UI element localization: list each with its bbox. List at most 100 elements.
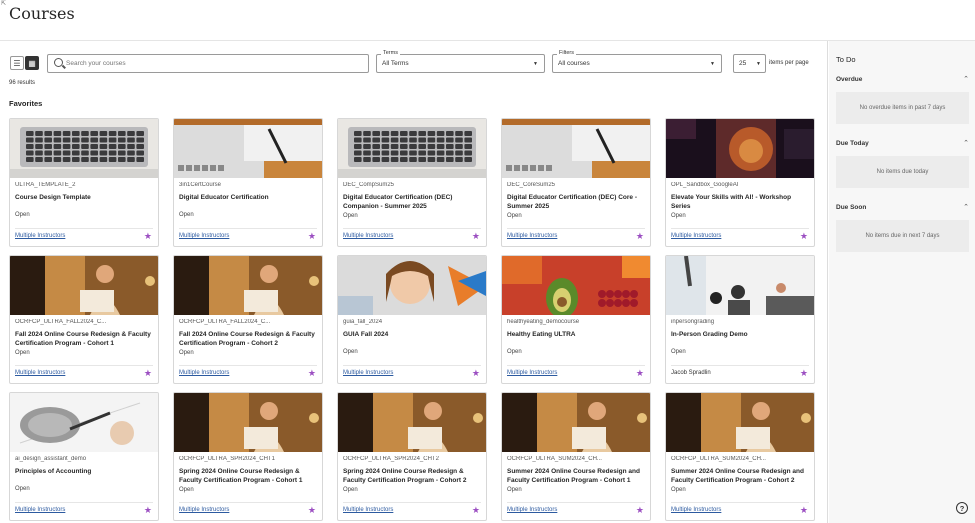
- course-name[interactable]: Spring 2024 Online Course Redesign & Fac…: [179, 467, 317, 485]
- course-name[interactable]: Digital Educator Certification (DEC) Cor…: [507, 193, 645, 211]
- chevron-up-icon[interactable]: ⌃: [963, 75, 969, 83]
- course-name[interactable]: Summer 2024 Online Course Redesign and F…: [671, 467, 809, 485]
- course-card[interactable]: OPL_Sandbox_GoogleAI Elevate Your Skills …: [665, 118, 815, 247]
- instructors-link[interactable]: Multiple Instructors: [179, 370, 229, 376]
- course-thumbnail[interactable]: [10, 393, 158, 452]
- favorite-star-icon[interactable]: ★: [144, 505, 152, 516]
- course-name[interactable]: Fall 2024 Online Course Redesign & Facul…: [179, 330, 317, 348]
- course-card[interactable]: healthyeating_democourse Healthy Eating U…: [501, 255, 651, 384]
- instructors-link[interactable]: Multiple Instructors: [343, 507, 393, 513]
- items-per-page-select[interactable]: 25 ▼: [733, 54, 766, 73]
- course-thumbnail[interactable]: [666, 119, 814, 178]
- card-divider: [671, 365, 809, 366]
- course-name[interactable]: Principles of Accounting: [15, 467, 153, 476]
- instructors-link[interactable]: Multiple Instructors: [343, 233, 393, 239]
- course-card[interactable]: OCRFCP_ULTRA_FALL2024_C... Fall 2024 Onli…: [173, 255, 323, 384]
- favorite-star-icon[interactable]: ★: [472, 368, 480, 379]
- overdue-heading: Overdue: [836, 76, 863, 83]
- course-card[interactable]: OCRFCP_ULTRA_FALL2024_C... Fall 2024 Onli…: [9, 255, 159, 384]
- course-code: OCRFCP_ULTRA_SPR2024_CHT2: [343, 456, 439, 462]
- course-card[interactable]: 3in1CertCourse Digital Educator Certifica…: [173, 118, 323, 247]
- course-card[interactable]: inpersongrading In-Person Grading Demo Ope…: [665, 255, 815, 384]
- course-thumbnail[interactable]: [10, 119, 158, 178]
- course-card[interactable]: OCRFCP_ULTRA_SPR2024_CHT1 Spring 2024 Onl…: [173, 392, 323, 521]
- search-box[interactable]: [47, 54, 369, 73]
- todo-title: To Do: [836, 55, 856, 64]
- instructors-link[interactable]: Multiple Instructors: [671, 233, 721, 239]
- course-card[interactable]: DEC_CoreSum25 Digital Educator Certificat…: [501, 118, 651, 247]
- course-card[interactable]: OCRFCP_ULTRA_SUM2024_CH... Summer 2024 On…: [665, 392, 815, 521]
- instructors-link[interactable]: Multiple Instructors: [179, 233, 229, 239]
- favorite-star-icon[interactable]: ★: [308, 368, 316, 379]
- course-card[interactable]: OCRFCP_ULTRA_SUM2024_CH... Summer 2024 On…: [501, 392, 651, 521]
- favorite-star-icon[interactable]: ★: [472, 231, 480, 242]
- instructors-link: Jacob Spradlin: [671, 370, 711, 376]
- instructors-link[interactable]: Multiple Instructors: [343, 370, 393, 376]
- favorite-star-icon[interactable]: ★: [800, 505, 808, 516]
- chevron-up-icon[interactable]: ⌃: [963, 139, 969, 147]
- favorite-star-icon[interactable]: ★: [636, 368, 644, 379]
- course-name[interactable]: Digital Educator Certification: [179, 193, 317, 202]
- favorite-star-icon[interactable]: ★: [636, 231, 644, 242]
- filters-label: Filters: [557, 50, 576, 56]
- card-divider: [671, 502, 809, 503]
- course-card[interactable]: OCRFCP_ULTRA_SPR2024_CHT2 Spring 2024 Onl…: [337, 392, 487, 521]
- list-view-icon[interactable]: ☰: [10, 56, 24, 70]
- course-thumbnail[interactable]: [338, 119, 486, 178]
- terms-value: All Terms: [382, 60, 409, 67]
- instructors-link[interactable]: Multiple Instructors: [15, 507, 65, 513]
- courses-page: ⇱ Courses ☰ ▦ Terms All Terms ▼ Filters …: [0, 0, 975, 523]
- instructors-link[interactable]: Multiple Instructors: [671, 507, 721, 513]
- favorite-star-icon[interactable]: ★: [144, 368, 152, 379]
- chevron-up-icon[interactable]: ⌃: [963, 203, 969, 211]
- course-thumbnail[interactable]: [666, 393, 814, 452]
- favorite-star-icon[interactable]: ★: [800, 368, 808, 379]
- course-card[interactable]: ULTRA_TEMPLATE_2 Course Design Template Op…: [9, 118, 159, 247]
- instructors-link[interactable]: Multiple Instructors: [15, 370, 65, 376]
- course-thumbnail[interactable]: [666, 256, 814, 315]
- course-thumbnail[interactable]: [502, 256, 650, 315]
- course-name[interactable]: In-Person Grading Demo: [671, 330, 809, 339]
- course-name[interactable]: Summer 2024 Online Course Redesign and F…: [507, 467, 645, 485]
- instructors-link[interactable]: Multiple Instructors: [15, 233, 65, 239]
- course-thumbnail[interactable]: [338, 256, 486, 315]
- caret-down-icon: ▼: [533, 61, 538, 67]
- course-thumbnail[interactable]: [174, 119, 322, 178]
- course-name[interactable]: Spring 2024 Online Course Redesign & Fac…: [343, 467, 481, 485]
- search-input[interactable]: [66, 57, 356, 70]
- course-name[interactable]: Fall 2024 Online Course Redesign & Facul…: [15, 330, 153, 348]
- course-thumbnail[interactable]: [502, 393, 650, 452]
- favorite-star-icon[interactable]: ★: [472, 505, 480, 516]
- instructors-link[interactable]: Multiple Instructors: [507, 233, 557, 239]
- instructors-link[interactable]: Multiple Instructors: [507, 507, 557, 513]
- course-code: DEC_CoreSum25: [507, 182, 556, 188]
- favorite-star-icon[interactable]: ★: [308, 505, 316, 516]
- course-thumbnail[interactable]: [338, 393, 486, 452]
- course-thumbnail[interactable]: [174, 256, 322, 315]
- course-name[interactable]: Elevate Your Skills with AI! - Workshop …: [671, 193, 809, 211]
- course-card[interactable]: DEC_CompSum25 Digital Educator Certificat…: [337, 118, 487, 247]
- course-name[interactable]: Healthy Eating ULTRA: [507, 330, 645, 339]
- grid-view-icon[interactable]: ▦: [25, 56, 39, 70]
- instructors-link[interactable]: Multiple Instructors: [179, 507, 229, 513]
- course-thumbnail[interactable]: [10, 256, 158, 315]
- course-thumbnail[interactable]: [174, 393, 322, 452]
- window-corner-icon: ⇱: [1, 1, 7, 7]
- filters-select[interactable]: Filters All courses ▼: [552, 50, 722, 73]
- terms-select[interactable]: Terms All Terms ▼: [376, 50, 545, 73]
- favorite-star-icon[interactable]: ★: [636, 505, 644, 516]
- instructors-link[interactable]: Multiple Instructors: [507, 370, 557, 376]
- favorite-star-icon[interactable]: ★: [800, 231, 808, 242]
- results-count: 96 results: [9, 80, 36, 86]
- course-thumbnail[interactable]: [502, 119, 650, 178]
- help-icon[interactable]: ?: [956, 502, 968, 514]
- course-card[interactable]: ai_design_assistant_demo Principles of Ac…: [9, 392, 159, 521]
- course-name[interactable]: Digital Educator Certification (DEC) Com…: [343, 193, 481, 211]
- course-name[interactable]: GUIA Fall 2024: [343, 330, 481, 339]
- course-code: OCRFCP_ULTRA_FALL2024_C...: [15, 319, 107, 325]
- course-name[interactable]: Course Design Template: [15, 193, 153, 202]
- favorite-star-icon[interactable]: ★: [144, 231, 152, 242]
- favorite-star-icon[interactable]: ★: [308, 231, 316, 242]
- course-card[interactable]: guia_fall_2024 GUIA Fall 2024 Open Multiple…: [337, 255, 487, 384]
- card-divider: [179, 502, 317, 503]
